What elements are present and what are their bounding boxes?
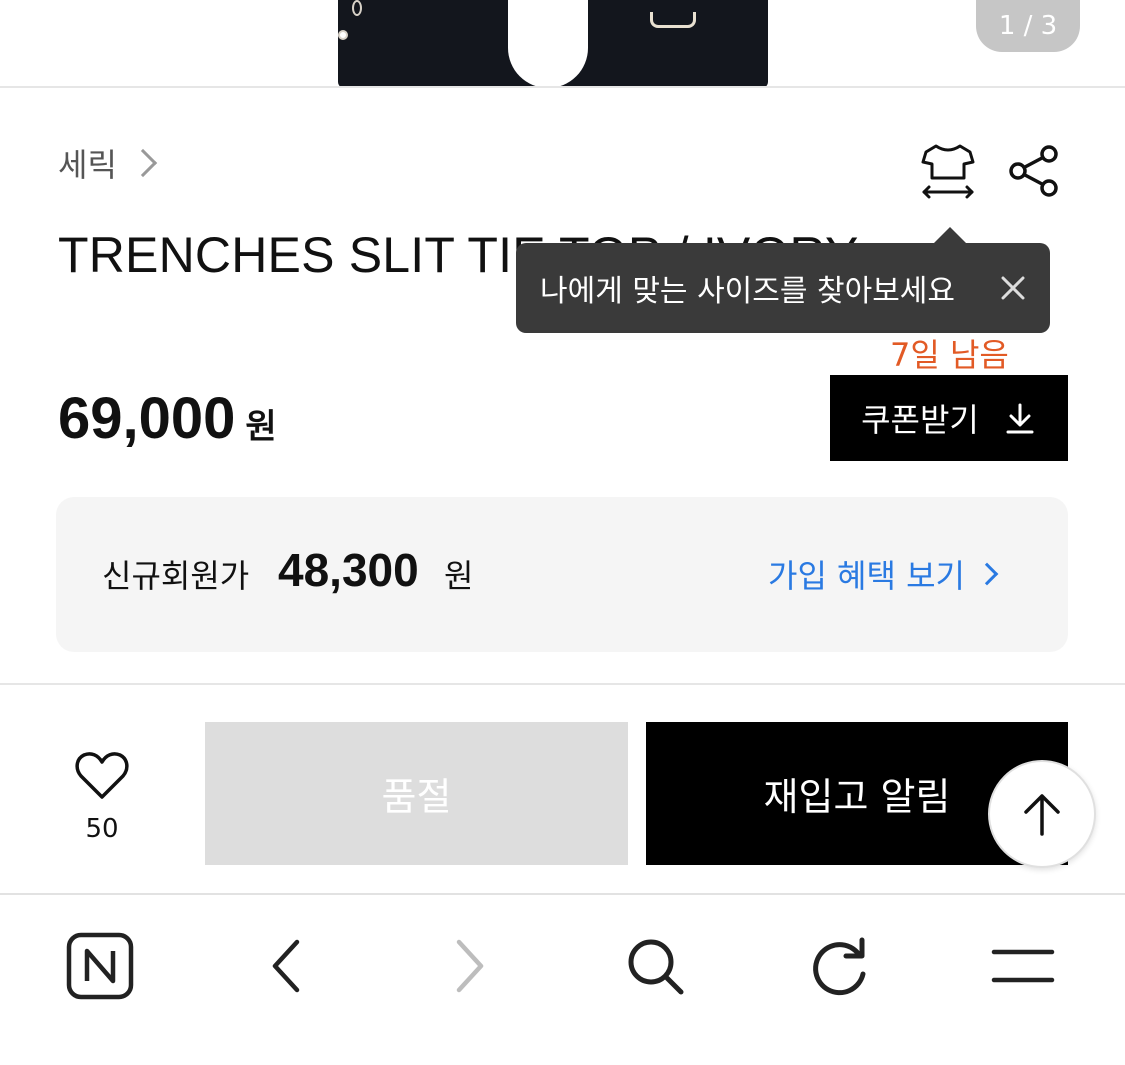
product-image-carousel[interactable]: 1 / 3 <box>0 0 1125 88</box>
signup-benefits-link[interactable]: 가입 혜택 보기 <box>768 551 999 597</box>
tooltip-text: 나에게 맞는 사이즈를 찾아보세요 <box>540 274 956 309</box>
share-icon[interactable] <box>1005 142 1063 200</box>
signup-benefits-label: 가입 혜택 보기 <box>768 557 965 595</box>
close-icon[interactable] <box>998 273 1028 303</box>
member-price-unit: 원 <box>444 557 474 595</box>
arrow-up-icon <box>1024 794 1060 836</box>
back-icon[interactable] <box>250 931 320 1001</box>
size-guide-tooltip: 나에게 맞는 사이즈를 찾아보세요 <box>516 227 1050 333</box>
section-divider <box>0 683 1125 685</box>
scroll-to-top-button[interactable] <box>988 760 1096 868</box>
price-value: 69,000 <box>58 386 236 451</box>
brand-link[interactable]: 세릭 <box>58 140 158 186</box>
chevron-right-icon <box>128 148 158 178</box>
member-price-box: 신규회원가 48,300 원 가입 혜택 보기 <box>56 497 1068 652</box>
brand-name: 세릭 <box>58 146 117 184</box>
coupon-download-button[interactable]: 쿠폰받기 <box>830 375 1068 461</box>
tooltip-arrow <box>934 227 966 243</box>
browser-toolbar <box>0 893 1125 1065</box>
product-price: 69,000 원 <box>58 385 277 452</box>
naver-icon[interactable] <box>65 931 135 1001</box>
search-icon[interactable] <box>620 931 690 1001</box>
download-icon <box>1006 403 1034 434</box>
member-price-label: 신규회원가 <box>102 557 250 595</box>
like-count: 50 <box>85 814 119 844</box>
forward-icon[interactable] <box>436 931 506 1001</box>
product-image <box>338 0 768 86</box>
restock-alert-label: 재입고 알림 <box>763 775 951 819</box>
image-page-indicator: 1 / 3 <box>976 0 1080 52</box>
chevron-right-icon <box>975 562 999 586</box>
member-price-value: 48,300 <box>278 544 419 596</box>
menu-icon[interactable] <box>988 931 1058 1001</box>
size-guide-icon[interactable] <box>918 140 978 202</box>
refresh-icon[interactable] <box>805 931 875 1001</box>
soldout-button: 품절 <box>205 722 628 865</box>
coupon-button-label: 쿠폰받기 <box>861 401 979 439</box>
like-button[interactable]: 50 <box>60 750 144 844</box>
price-unit: 원 <box>245 407 277 447</box>
coupon-days-left: 7일 남음 <box>890 336 1009 374</box>
heart-icon <box>75 752 129 799</box>
